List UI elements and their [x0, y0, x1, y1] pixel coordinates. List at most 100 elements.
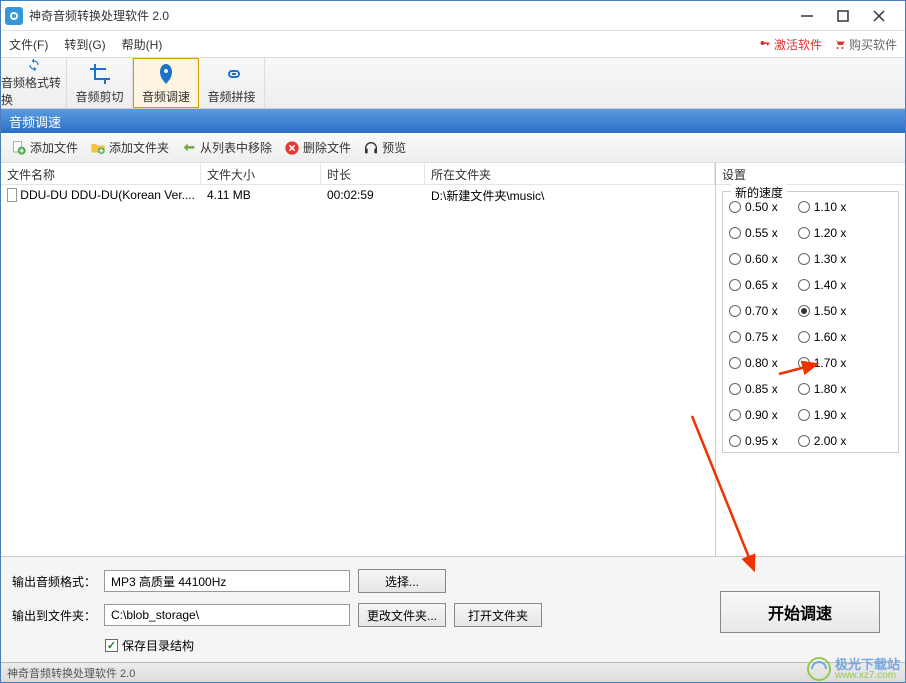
- radio-icon: [798, 409, 810, 421]
- radio-icon: [729, 331, 741, 343]
- key-icon: [759, 38, 771, 50]
- radio-icon: [798, 435, 810, 447]
- radio-icon: [729, 279, 741, 291]
- close-button[interactable]: [873, 10, 885, 22]
- radio-icon: [729, 253, 741, 265]
- speed-option[interactable]: 1.40 x: [798, 278, 847, 292]
- speed-option[interactable]: 0.70 x: [729, 304, 778, 318]
- col-size[interactable]: 文件大小: [201, 163, 321, 184]
- preview-button[interactable]: 预览: [359, 137, 410, 158]
- speed-option[interactable]: 0.80 x: [729, 356, 778, 370]
- crop-icon: [88, 62, 112, 86]
- menu-file[interactable]: 文件(F): [9, 36, 48, 53]
- open-folder-button[interactable]: 打开文件夹: [454, 603, 542, 627]
- output-format-field[interactable]: [104, 570, 350, 592]
- link-icon: [220, 62, 244, 86]
- choose-format-button[interactable]: 选择...: [358, 569, 446, 593]
- output-folder-field[interactable]: [104, 604, 350, 626]
- radio-icon: [798, 331, 810, 343]
- radio-icon: [798, 227, 810, 239]
- speed-option[interactable]: 0.60 x: [729, 252, 778, 266]
- tab-audio-speed[interactable]: 音频调速: [133, 58, 199, 108]
- settings-panel: 设置 新的速度 0.50 x 0.55 x 0.60 x 0.65 x 0.70 x 0.…: [715, 163, 905, 556]
- speed-option[interactable]: 1.70 x: [798, 356, 847, 370]
- activate-link[interactable]: 激活软件: [759, 36, 822, 53]
- tab-format-convert[interactable]: 音频格式转换: [1, 58, 67, 108]
- radio-icon: [729, 357, 741, 369]
- speed-option[interactable]: 1.90 x: [798, 408, 847, 422]
- menu-goto[interactable]: 转到(G): [64, 36, 105, 53]
- settings-title: 设置: [716, 163, 905, 185]
- speed-option[interactable]: 1.10 x: [798, 200, 847, 214]
- minimize-button[interactable]: [801, 10, 813, 22]
- radio-icon: [798, 253, 810, 265]
- watermark: 极光下载站www.xz7.com: [807, 657, 900, 681]
- keep-structure-label: 保存目录结构: [122, 637, 194, 654]
- speed-option[interactable]: 0.95 x: [729, 434, 778, 448]
- radio-icon: [798, 357, 810, 369]
- maximize-button[interactable]: [837, 10, 849, 22]
- file-icon: [7, 188, 17, 202]
- file-list: 文件名称 文件大小 时长 所在文件夹 DDU-DU DDU-DU(Korean …: [1, 163, 715, 556]
- keep-structure-checkbox[interactable]: [105, 639, 118, 652]
- speed-option[interactable]: 0.50 x: [729, 200, 778, 214]
- speed-group-label: 新的速度: [731, 184, 787, 201]
- col-filename[interactable]: 文件名称: [1, 163, 201, 184]
- speed-option[interactable]: 1.20 x: [798, 226, 847, 240]
- col-duration[interactable]: 时长: [321, 163, 425, 184]
- list-header: 文件名称 文件大小 时长 所在文件夹: [1, 163, 715, 185]
- speed-option[interactable]: 0.75 x: [729, 330, 778, 344]
- radio-icon: [729, 227, 741, 239]
- delete-button[interactable]: 删除文件: [280, 137, 355, 158]
- radio-icon: [729, 305, 741, 317]
- list-body[interactable]: DDU-DU DDU-DU(Korean Ver.... 4.11 MB 00:…: [1, 185, 715, 556]
- col-folder[interactable]: 所在文件夹: [425, 163, 715, 184]
- speed-option[interactable]: 0.90 x: [729, 408, 778, 422]
- action-bar: 添加文件 添加文件夹 从列表中移除 删除文件 预览: [1, 133, 905, 163]
- output-format-label: 输出音频格式：: [11, 573, 96, 590]
- section-header: 音频调速: [1, 109, 905, 133]
- speed-option[interactable]: 1.80 x: [798, 382, 847, 396]
- menubar: 文件(F) 转到(G) 帮助(H) 激活软件 购买软件: [1, 31, 905, 57]
- radio-icon: [729, 201, 741, 213]
- tab-audio-join[interactable]: 音频拼接: [199, 58, 265, 108]
- speed-option[interactable]: 1.60 x: [798, 330, 847, 344]
- speed-option[interactable]: 0.65 x: [729, 278, 778, 292]
- add-file-button[interactable]: 添加文件: [7, 137, 82, 158]
- change-folder-button[interactable]: 更改文件夹...: [358, 603, 446, 627]
- add-folder-icon: [90, 140, 106, 156]
- radio-icon: [798, 201, 810, 213]
- radio-icon: [729, 435, 741, 447]
- statusbar: 神奇音频转换处理软件 2.0: [1, 662, 905, 682]
- add-file-icon: [11, 140, 27, 156]
- add-folder-button[interactable]: 添加文件夹: [86, 137, 173, 158]
- table-row[interactable]: DDU-DU DDU-DU(Korean Ver.... 4.11 MB 00:…: [1, 185, 715, 205]
- headphones-icon: [363, 140, 379, 156]
- radio-icon: [729, 383, 741, 395]
- titlebar: 神奇音频转换处理软件 2.0: [1, 1, 905, 31]
- remove-icon: [181, 140, 197, 156]
- speed-option[interactable]: 0.85 x: [729, 382, 778, 396]
- radio-icon: [798, 383, 810, 395]
- menu-help[interactable]: 帮助(H): [122, 36, 163, 53]
- output-folder-label: 输出到文件夹：: [11, 607, 96, 624]
- delete-icon: [284, 140, 300, 156]
- speed-option[interactable]: 1.50 x: [798, 304, 847, 318]
- speed-option[interactable]: 2.00 x: [798, 434, 847, 448]
- app-icon: [5, 7, 23, 25]
- watermark-logo-icon: [807, 657, 831, 681]
- speed-option[interactable]: 1.30 x: [798, 252, 847, 266]
- remove-button[interactable]: 从列表中移除: [177, 137, 276, 158]
- radio-icon: [729, 409, 741, 421]
- rocket-icon: [154, 62, 178, 86]
- radio-icon: [798, 305, 810, 317]
- start-button[interactable]: 开始调速: [720, 591, 880, 633]
- output-area: 输出音频格式： 选择... 输出到文件夹： 更改文件夹... 打开文件夹 保存目…: [1, 556, 905, 662]
- refresh-icon: [22, 58, 46, 72]
- buy-link[interactable]: 购买软件: [834, 36, 897, 53]
- speed-option[interactable]: 0.55 x: [729, 226, 778, 240]
- radio-icon: [798, 279, 810, 291]
- cart-icon: [834, 38, 846, 50]
- toolbar: 音频格式转换 音频剪切 音频调速 音频拼接: [1, 57, 905, 109]
- tab-audio-trim[interactable]: 音频剪切: [67, 58, 133, 108]
